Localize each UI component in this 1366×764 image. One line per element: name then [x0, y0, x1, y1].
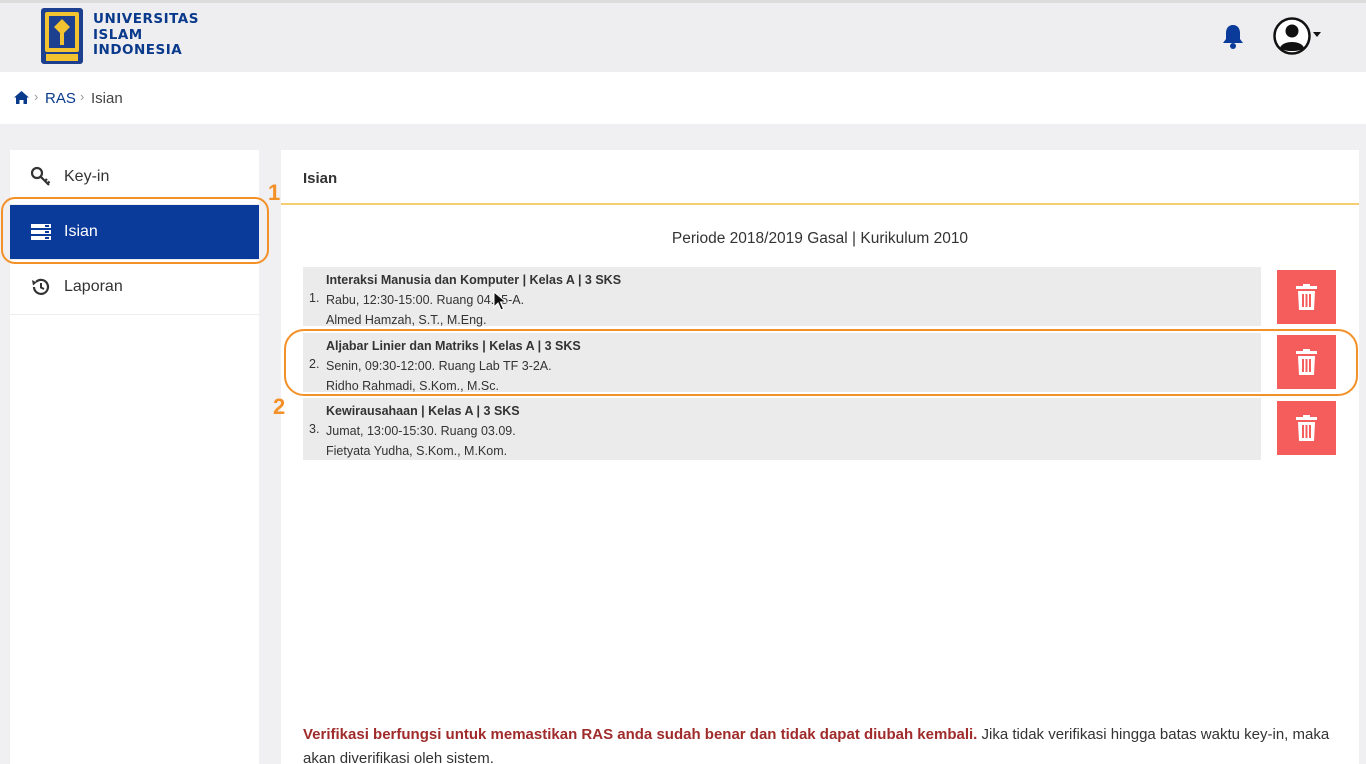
caret-down-icon[interactable]: [1313, 32, 1321, 37]
university-logo[interactable]: [40, 7, 84, 65]
logo-line-3: INDONESIA: [93, 42, 183, 58]
course-title: Kewirausahaan | Kelas A | 3 SKS: [326, 404, 520, 418]
course-title: Aljabar Linier dan Matriks | Kelas A | 3…: [326, 339, 581, 353]
sidebar-item-key-in[interactable]: Key-in: [10, 150, 259, 205]
breadcrumb-ras[interactable]: RAS: [45, 90, 76, 107]
logo-line-2: ISLAM: [93, 26, 143, 43]
course-item: 2. Aljabar Linier dan Matriks | Kelas A …: [303, 333, 1261, 393]
sidebar-item-label: Isian: [64, 223, 98, 240]
logo-line-1: UNIVERSITAS: [93, 11, 199, 27]
course-index: 1.: [309, 291, 320, 305]
course-schedule: Senin, 09:30-12:00. Ruang Lab TF 3-2A.: [326, 359, 552, 373]
key-icon: [30, 166, 51, 186]
top-navbar: UNIVERSITAS ISLAM INDONESIA: [0, 0, 1366, 72]
bell-icon[interactable]: [1221, 23, 1245, 49]
verification-note: Verifikasi berfungsi untuk memastikan RA…: [303, 723, 1343, 764]
course-lecturer: Ridho Rahmadi, S.Kom., M.Sc.: [326, 379, 499, 393]
course-lecturer: Fietyata Yudha, S.Kom., M.Kom.: [326, 444, 508, 458]
breadcrumb-current: Isian: [91, 90, 123, 107]
user-avatar-icon[interactable]: [1273, 17, 1311, 55]
page-title: Isian: [303, 170, 338, 187]
sidebar-item-label: Laporan: [64, 278, 123, 295]
sidebar-item-isian[interactable]: Isian: [10, 205, 259, 260]
course-lecturer: Almed Hamzah, S.T., M.Eng.: [326, 313, 487, 327]
breadcrumb-separator: ›: [80, 89, 85, 104]
university-name: UNIVERSITAS ISLAM INDONESIA: [93, 11, 199, 59]
breadcrumb-separator: ›: [34, 89, 39, 104]
delete-course-button[interactable]: [1277, 270, 1336, 324]
course-item: 3. Kewirausahaan | Kelas A | 3 SKS Jumat…: [303, 398, 1261, 460]
sidebar-item-laporan[interactable]: Laporan: [10, 260, 259, 315]
course-title: Interaksi Manusia dan Komputer | Kelas A…: [326, 273, 622, 287]
verification-note-strong: Verifikasi berfungsi untuk memastikan RA…: [303, 726, 978, 743]
annotation-marker-1: 1: [268, 180, 281, 205]
history-icon: [32, 278, 50, 295]
delete-course-button[interactable]: [1277, 335, 1336, 389]
course-index: 2.: [309, 357, 320, 371]
delete-course-button[interactable]: [1277, 401, 1336, 455]
trash-icon: [1296, 415, 1317, 441]
sidebar-item-label: Key-in: [64, 168, 110, 185]
annotation-marker-2: 2: [273, 394, 286, 419]
trash-icon: [1296, 284, 1317, 310]
course-schedule: Jumat, 13:00-15:30. Ruang 03.09.: [326, 424, 516, 438]
list-icon: [31, 224, 51, 240]
period-label: Periode 2018/2019 Gasal | Kurikulum 2010: [671, 230, 969, 247]
breadcrumb: › RAS › Isian: [0, 72, 1366, 124]
course-item: 1. Interaksi Manusia dan Komputer | Kela…: [303, 267, 1261, 327]
sidebar: Key-in Isian Laporan: [10, 150, 259, 764]
main-panel: Isian Periode 2018/2019 Gasal | Kurikulu…: [281, 150, 1359, 764]
title-divider: [281, 203, 1359, 205]
trash-icon: [1296, 349, 1317, 375]
home-icon[interactable]: [14, 91, 29, 104]
course-index: 3.: [309, 422, 320, 436]
mouse-cursor-icon: [493, 291, 507, 311]
